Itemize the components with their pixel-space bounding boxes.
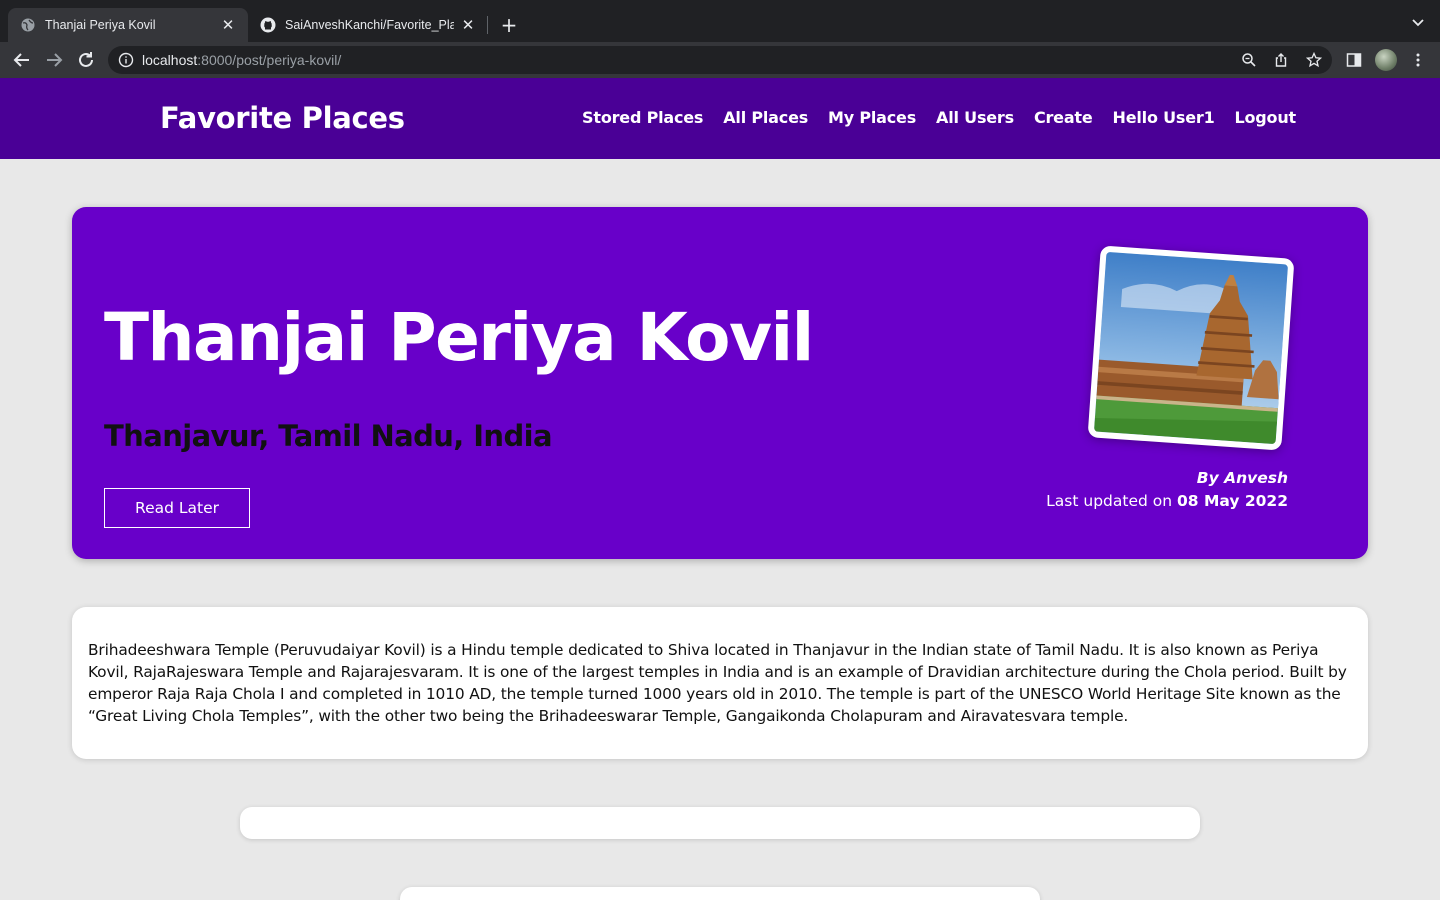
tab-separator (487, 16, 488, 34)
nav-user-greeting[interactable]: Hello User1 (1113, 108, 1215, 127)
zoom-icon[interactable] (1241, 52, 1257, 68)
reload-icon[interactable] (76, 50, 96, 70)
read-later-button[interactable]: Read Later (104, 488, 250, 528)
browser-tab-bar: Thanjai Periya Kovil ✕ SaiAnveshKanchi/F… (0, 0, 1440, 42)
post-description: Brihadeeshwara Temple (Peruvudaiyar Kovi… (88, 641, 1347, 725)
profile-avatar[interactable] (1375, 49, 1397, 71)
nav-my-places[interactable]: My Places (828, 108, 916, 127)
bookmark-star-icon[interactable] (1305, 51, 1323, 68)
kebab-menu-icon[interactable] (1410, 52, 1426, 68)
info-icon[interactable] (118, 52, 134, 68)
forward-arrow-icon[interactable] (44, 50, 64, 70)
browser-toolbar: localhost:8000/post/periya-kovil/ (0, 42, 1440, 78)
post-location: Thanjavur, Tamil Nadu, India (104, 419, 553, 453)
post-updated: Last updated on 08 May 2022 (1046, 492, 1288, 510)
nav-stored-places[interactable]: Stored Places (582, 108, 703, 127)
content-card-placeholder (400, 887, 1040, 900)
nav-all-users[interactable]: All Users (936, 108, 1014, 127)
brand-logo[interactable]: Favorite Places (160, 101, 405, 135)
chevron-down-icon[interactable] (1410, 14, 1426, 30)
github-icon (260, 17, 276, 33)
post-description-card: Brihadeeshwara Temple (Peruvudaiyar Kovi… (72, 607, 1368, 759)
post-hero: Thanjai Periya Kovil Thanjavur, Tamil Na… (72, 207, 1368, 559)
globe-icon (20, 17, 36, 33)
temple-photo (1087, 245, 1295, 451)
back-arrow-icon[interactable] (12, 50, 32, 70)
content-card-placeholder (240, 807, 1200, 839)
tab-title: SaiAnveshKanchi/Favorite_Plac (285, 18, 454, 32)
site-header: Favorite Places Stored Places All Places… (0, 79, 1440, 159)
nav-logout[interactable]: Logout (1235, 108, 1297, 127)
post-author: By Anvesh (1196, 469, 1288, 487)
browser-tab-active[interactable]: Thanjai Periya Kovil ✕ (8, 8, 248, 42)
post-title: Thanjai Periya Kovil (104, 299, 814, 376)
side-panel-icon[interactable] (1346, 52, 1362, 68)
url-text: localhost:8000/post/periya-kovil/ (142, 52, 342, 68)
nav-all-places[interactable]: All Places (723, 108, 808, 127)
main-nav: Stored Places All Places My Places All U… (582, 108, 1296, 127)
nav-create[interactable]: Create (1034, 108, 1093, 127)
address-bar[interactable]: localhost:8000/post/periya-kovil/ (108, 46, 1332, 74)
tab-title: Thanjai Periya Kovil (45, 18, 156, 32)
browser-tab-github[interactable]: SaiAnveshKanchi/Favorite_Plac ✕ (248, 8, 488, 42)
new-tab-icon[interactable]: + (498, 14, 520, 36)
post-byline: By Anvesh Last updated on 08 May 2022 (1046, 467, 1288, 513)
post-updated-date: 08 May 2022 (1176, 492, 1288, 510)
close-tab-icon[interactable]: ✕ (220, 17, 236, 34)
close-tab-icon[interactable]: ✕ (460, 17, 476, 34)
share-icon[interactable] (1273, 52, 1289, 68)
